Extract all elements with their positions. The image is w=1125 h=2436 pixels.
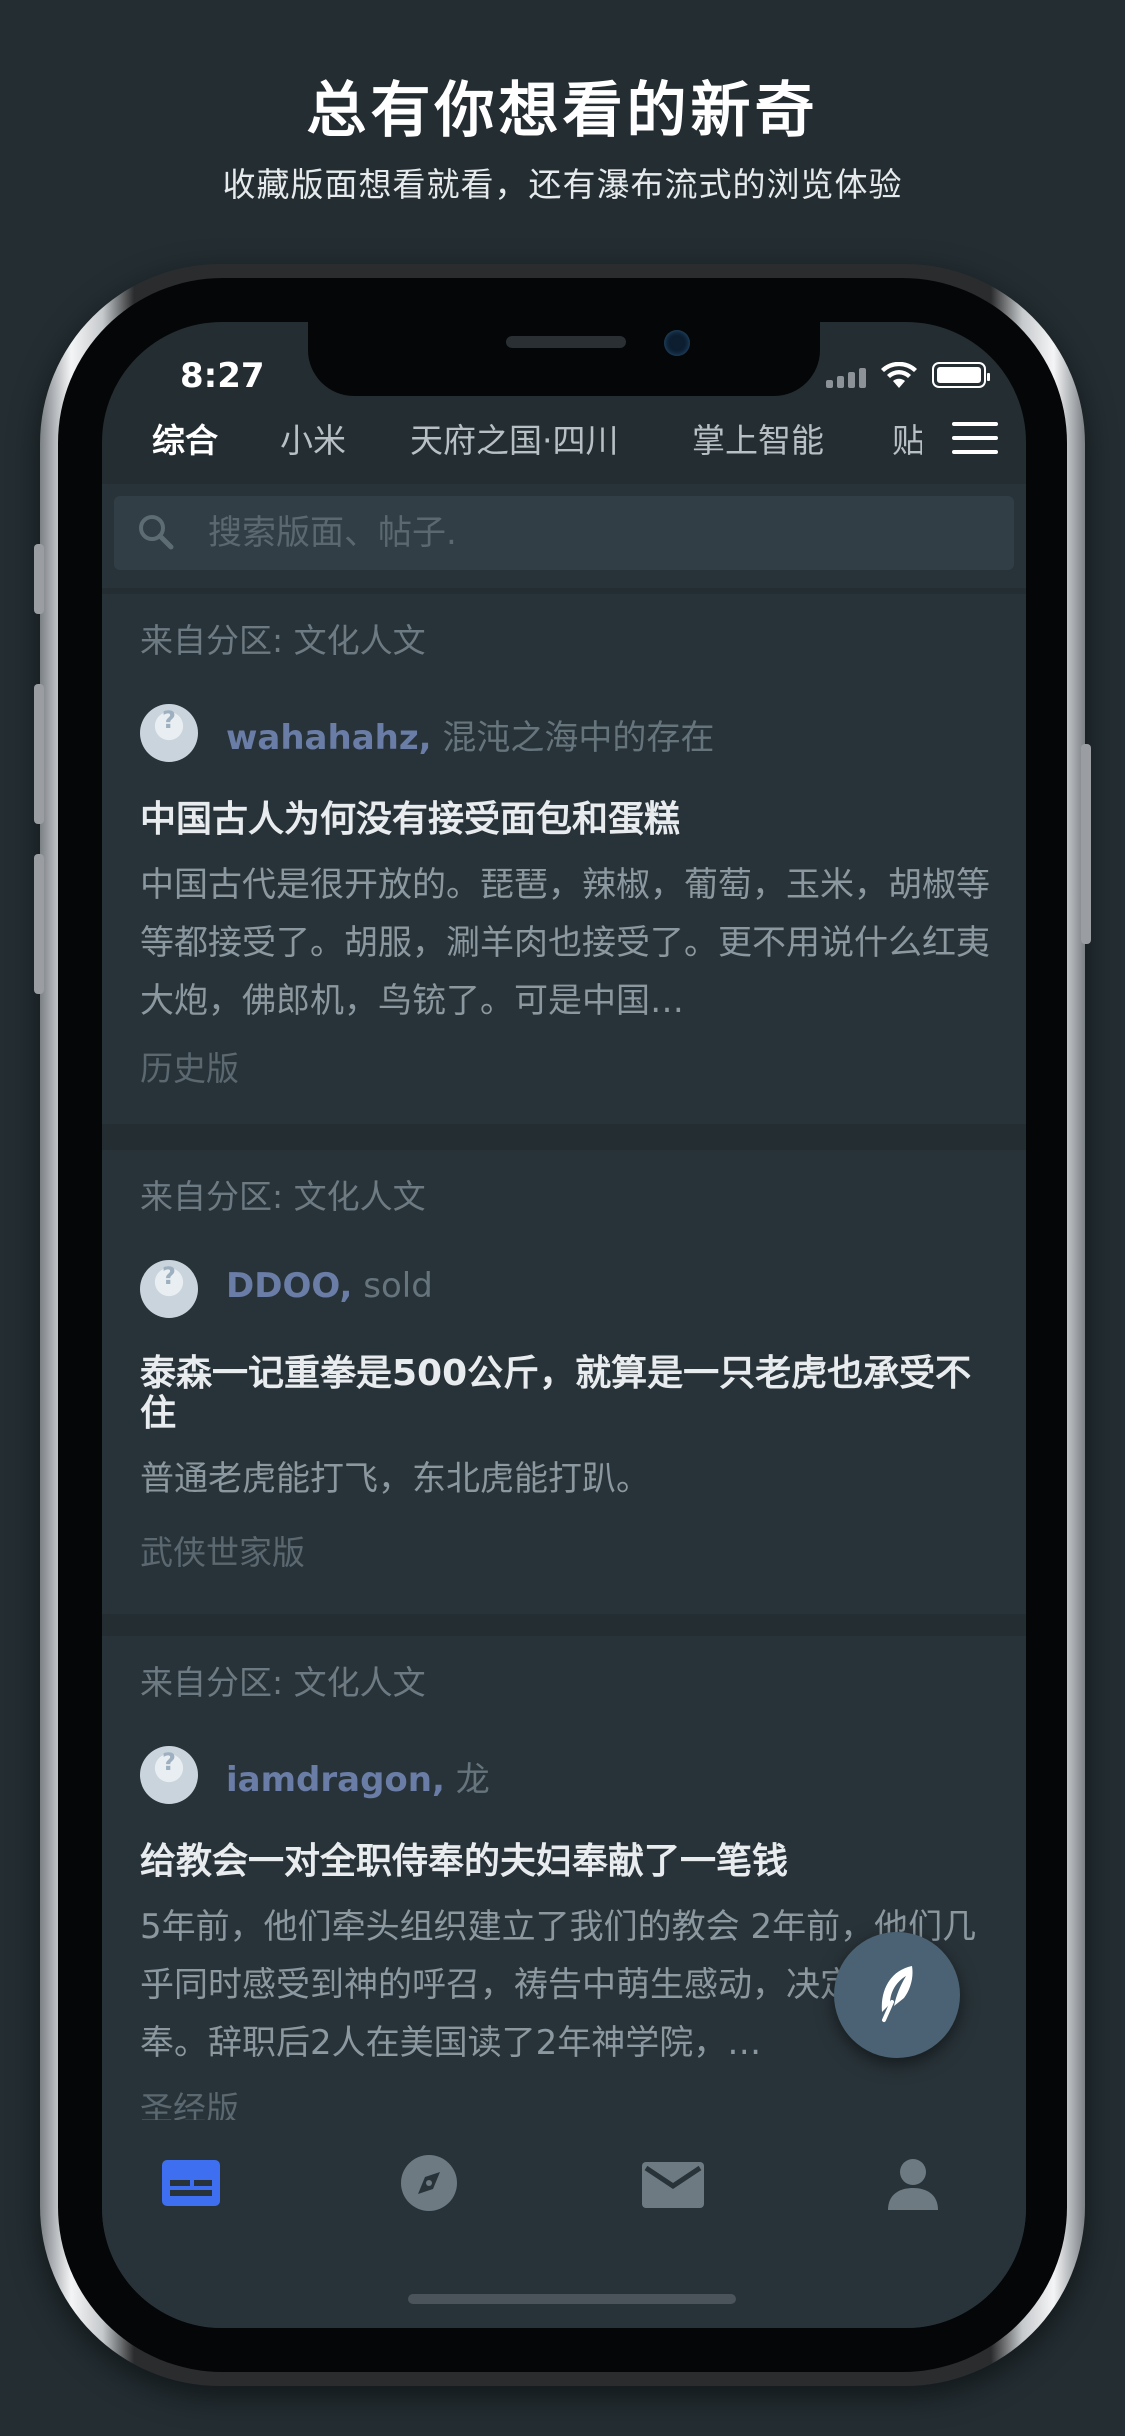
search-icon: [139, 515, 174, 550]
compass-icon[interactable]: [394, 2152, 464, 2214]
author-signature: 混沌之海中的存在: [442, 718, 715, 758]
post-card[interactable]: 来自分区: 文化人文 DDOO, sold 泰森一记重拳是500公斤，就算是一只…: [102, 1150, 1026, 1614]
menu-icon[interactable]: [952, 422, 998, 456]
tab-smart[interactable]: 掌上智能: [692, 414, 824, 462]
post-from: 来自分区: 文化人文: [140, 1663, 426, 1702]
post-author[interactable]: DDOO, sold: [226, 1266, 433, 1306]
app-screen: 8:27 综合 小米 天府之国·四川 掌上智能 贴 来: [102, 322, 1026, 2328]
mail-icon[interactable]: [638, 2152, 708, 2214]
post-body: 普通老虎能打飞，东北虎能打趴。: [140, 1459, 650, 1499]
volume-up-button: [34, 684, 44, 824]
post-title[interactable]: 中国古人为何没有接受面包和蛋糕: [140, 800, 990, 840]
post-author[interactable]: iamdragon, 龙: [226, 1752, 490, 1801]
home-indicator: [408, 2294, 736, 2304]
power-button: [1081, 744, 1091, 944]
tab-tie[interactable]: 贴: [892, 414, 922, 462]
author-name[interactable]: iamdragon,: [226, 1760, 445, 1800]
tab-zonghe[interactable]: 综合: [152, 414, 218, 462]
avatar[interactable]: [140, 1746, 198, 1804]
notch: [308, 322, 820, 396]
post-from: 来自分区: 文化人文: [140, 1177, 426, 1216]
author-signature: 龙: [455, 1760, 490, 1800]
post-board[interactable]: 武侠世家版: [140, 1526, 305, 1574]
status-icons: [826, 362, 990, 392]
signal-icon: [826, 380, 833, 388]
volume-down-button: [34, 854, 44, 994]
bottom-tabbar: [102, 2120, 1026, 2328]
board-tabs: 综合 小米 天府之国·四川 掌上智能 贴: [102, 414, 1026, 470]
post-title[interactable]: 泰森一记重拳是500公斤，就算是一只老虎也承受不住: [140, 1354, 990, 1434]
feather-icon: [881, 1966, 913, 2022]
search-bar: [102, 484, 1026, 588]
author-name[interactable]: wahahahz,: [226, 718, 432, 758]
author-signature: sold: [363, 1266, 433, 1306]
promo-subtitle: 收藏版面想看就看，还有瀑布流式的浏览体验: [222, 165, 903, 204]
avatar[interactable]: [140, 704, 198, 762]
post-author[interactable]: wahahahz, 混沌之海中的存在: [226, 710, 714, 759]
tab-xiaomi[interactable]: 小米: [280, 414, 346, 462]
post-body: 中国古代是很开放的。琵琶，辣椒，葡萄，玉米，胡椒等等都接受了。胡服，涮羊肉也接受…: [140, 865, 990, 1021]
mute-switch: [34, 544, 44, 614]
search-input[interactable]: [206, 508, 990, 558]
avatar[interactable]: [140, 1260, 198, 1318]
search-box[interactable]: [114, 496, 1014, 570]
wifi-icon: [881, 362, 917, 388]
person-icon[interactable]: [878, 2152, 948, 2214]
post-board[interactable]: 历史版: [140, 1042, 239, 1090]
compose-button[interactable]: [834, 1932, 960, 2058]
feed-icon[interactable]: [156, 2152, 226, 2214]
author-name[interactable]: DDOO,: [226, 1266, 352, 1306]
post-from: 来自分区: 文化人文: [140, 621, 426, 660]
battery-icon: [932, 362, 990, 388]
post-card[interactable]: 来自分区: 文化人文 wahahahz, 混沌之海中的存在 中国古人为何没有接受…: [102, 594, 1026, 1124]
promo-title: 总有你想看的新奇: [306, 76, 819, 146]
tab-sichuan[interactable]: 天府之国·四川: [410, 414, 619, 462]
post-title[interactable]: 给教会一对全职侍奉的夫妇奉献了一笔钱: [140, 1842, 990, 1882]
status-time: 8:27: [180, 356, 265, 396]
